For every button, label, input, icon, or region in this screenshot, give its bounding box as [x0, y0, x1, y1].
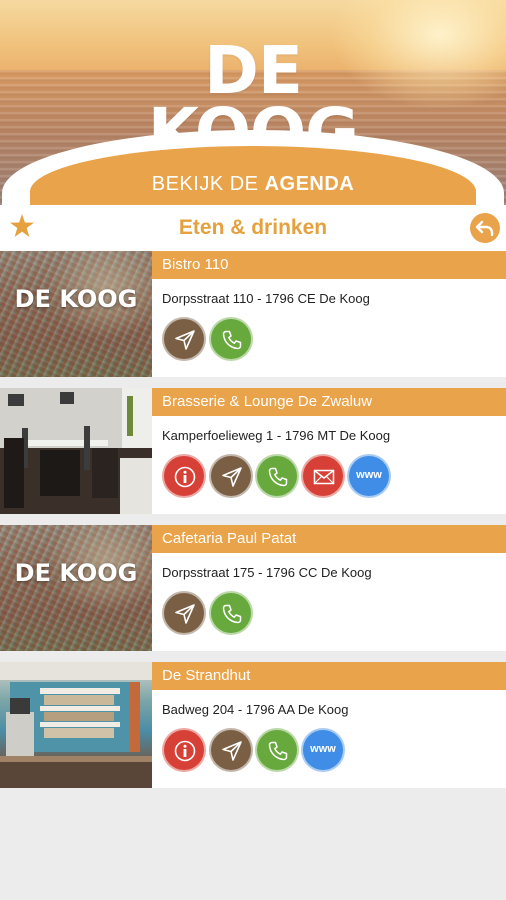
phone-icon	[222, 330, 242, 350]
phone-button[interactable]	[209, 591, 253, 635]
phone-icon	[222, 604, 242, 624]
listing-image: DE KOOG	[0, 251, 152, 377]
listing-image: DE KOOG	[0, 525, 152, 651]
mail-button[interactable]	[301, 454, 345, 498]
www-icon: www	[356, 469, 382, 481]
agenda-prefix: BEKIJK DE	[151, 173, 265, 195]
agenda-bold: AGENDA	[264, 173, 355, 195]
image-overlay-logo: DE KOOG	[14, 559, 138, 587]
website-button[interactable]: www	[347, 454, 391, 498]
list-item[interactable]: DE KOOG Cafetaria Paul Patat Dorpsstraat…	[0, 525, 506, 651]
info-button[interactable]	[162, 454, 206, 498]
navigate-button[interactable]	[162, 591, 206, 635]
www-icon: www	[310, 743, 336, 755]
info-button[interactable]	[162, 728, 206, 772]
phone-icon	[268, 467, 288, 487]
list-item[interactable]: De Strandhut Badweg 204 - 1796 AA De Koo…	[0, 662, 506, 788]
phone-icon	[268, 741, 288, 761]
agenda-button[interactable]: BEKIJK DE AGENDA	[30, 166, 476, 202]
title-bar: Eten & drinken	[0, 205, 506, 251]
app-logo: DE KOOG	[148, 32, 360, 166]
navigate-button[interactable]	[209, 728, 253, 772]
listing-address: Dorpsstraat 110 - 1796 CE De Koog	[162, 291, 370, 306]
info-icon	[174, 466, 196, 488]
back-button[interactable]	[470, 213, 500, 243]
phone-button[interactable]	[209, 317, 253, 361]
mail-icon	[313, 469, 335, 485]
website-button[interactable]: www	[301, 728, 345, 772]
list-item[interactable]: DE KOOG Bistro 110 Dorpsstraat 110 - 179…	[0, 251, 506, 377]
listing-name: Cafetaria Paul Patat	[152, 525, 506, 553]
listing-name: Brasserie & Lounge De Zwaluw	[152, 388, 506, 416]
listing-address: Dorpsstraat 175 - 1796 CC De Koog	[162, 565, 372, 580]
navigate-icon	[175, 604, 195, 624]
navigate-icon	[222, 467, 242, 487]
navigate-button[interactable]	[162, 317, 206, 361]
info-icon	[174, 740, 196, 762]
navigate-icon	[222, 741, 242, 761]
back-arrow-icon	[475, 220, 494, 237]
star-icon[interactable]	[8, 212, 36, 240]
listing-address: Kamperfoelieweg 1 - 1796 MT De Koog	[162, 428, 391, 443]
list-item[interactable]: Brasserie & Lounge De Zwaluw Kamperfoeli…	[0, 388, 506, 514]
listing-image	[0, 662, 152, 788]
listing-name: De Strandhut	[152, 662, 506, 690]
listing-name: Bistro 110	[152, 251, 506, 279]
phone-button[interactable]	[255, 728, 299, 772]
page-title: Eten & drinken	[178, 216, 328, 239]
phone-button[interactable]	[255, 454, 299, 498]
listing-image	[0, 388, 152, 514]
listing-address: Badweg 204 - 1796 AA De Koog	[162, 702, 349, 717]
navigate-icon	[175, 330, 195, 350]
image-overlay-logo: DE KOOG	[14, 285, 138, 313]
navigate-button[interactable]	[209, 454, 253, 498]
